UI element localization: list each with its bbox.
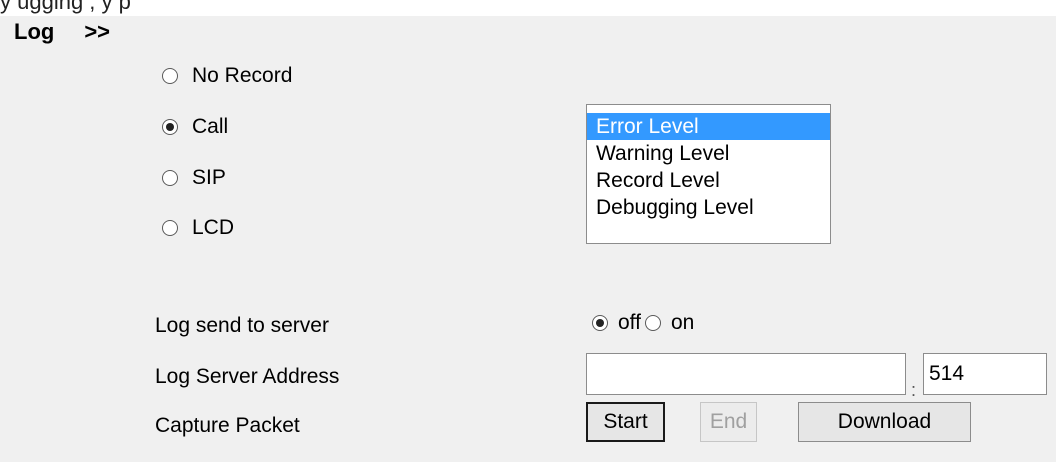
radio-button-icon[interactable]	[162, 170, 178, 186]
radio-button-icon[interactable]	[162, 220, 178, 236]
start-button[interactable]: Start	[586, 402, 665, 442]
download-button[interactable]: Download	[798, 402, 971, 442]
server-address-label: Log Server Address	[155, 365, 340, 388]
port-separator: :	[911, 380, 917, 400]
capture-packet-label: Capture Packet	[155, 414, 300, 437]
section-title: Log	[14, 19, 55, 44]
level-option-warning[interactable]: Warning Level	[587, 140, 830, 167]
radio-label: No Record	[192, 64, 293, 87]
log-settings-panel: Log >> No Record Call SIP LCD Error Level…	[0, 16, 1056, 462]
server-port-input[interactable]	[923, 353, 1047, 395]
send-to-server-toggle: off on	[592, 311, 694, 335]
level-option-debugging[interactable]: Debugging Level	[587, 194, 830, 221]
radio-label: SIP	[192, 166, 226, 189]
radio-on-icon[interactable]	[644, 315, 661, 331]
radio-button-checked-icon[interactable]	[162, 119, 178, 135]
server-address-input[interactable]	[586, 353, 906, 395]
section-header: Log >>	[14, 19, 110, 45]
off-label: off	[618, 311, 641, 334]
radio-call[interactable]: Call	[162, 112, 228, 142]
radio-button-icon[interactable]	[162, 68, 178, 84]
on-label: on	[670, 311, 695, 334]
clipped-top-text: y ugging , y p	[0, 0, 1056, 16]
radio-label: Call	[192, 115, 229, 138]
log-send-label: Log send to server	[155, 314, 329, 337]
radio-off-checked-icon[interactable]	[592, 315, 608, 331]
radio-label: LCD	[192, 216, 235, 239]
end-button[interactable]: End	[700, 402, 757, 442]
radio-sip[interactable]: SIP	[162, 163, 226, 193]
expand-arrows[interactable]: >>	[84, 19, 110, 44]
radio-no-record[interactable]: No Record	[162, 61, 292, 91]
level-option-error[interactable]: Error Level	[587, 113, 830, 140]
level-option-record[interactable]: Record Level	[587, 167, 830, 194]
radio-lcd[interactable]: LCD	[162, 213, 234, 243]
clipped-text: y ugging , y p	[0, 0, 131, 14]
log-level-listbox[interactable]: Error Level Warning Level Record Level D…	[586, 104, 831, 244]
